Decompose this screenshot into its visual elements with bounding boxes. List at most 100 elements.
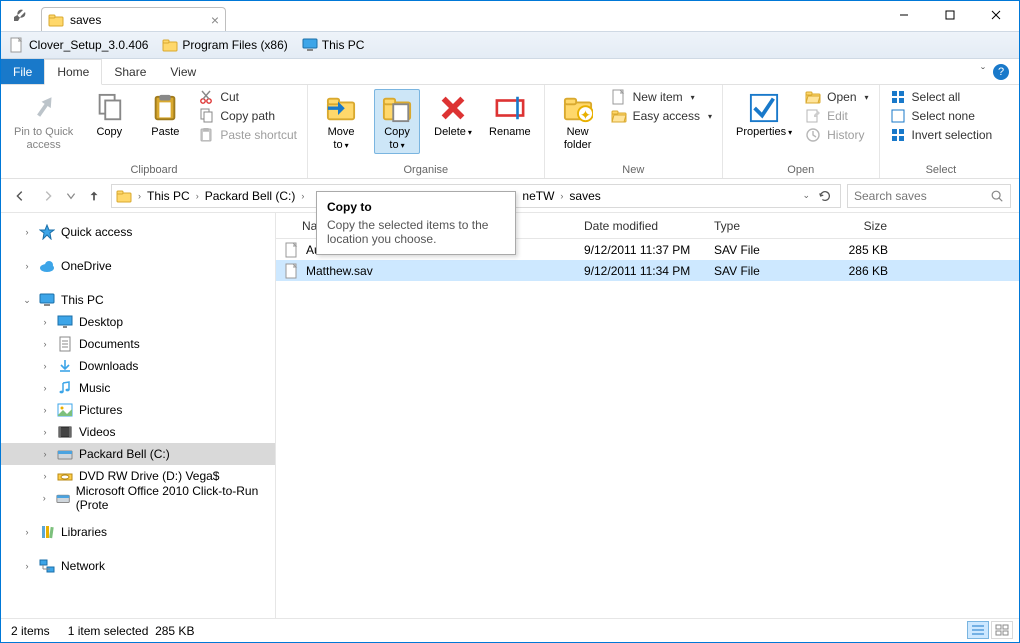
tab-close-icon[interactable]: × bbox=[211, 13, 219, 27]
window-minimize-button[interactable] bbox=[881, 1, 927, 29]
bookmark-item[interactable]: This PC bbox=[302, 37, 365, 53]
cloud-icon bbox=[39, 258, 55, 274]
refresh-icon[interactable] bbox=[818, 189, 832, 203]
bookmark-item[interactable]: Clover_Setup_3.0.406 bbox=[9, 37, 148, 53]
disk-icon bbox=[57, 446, 73, 462]
invert-selection-icon bbox=[890, 127, 906, 143]
bookmark-item[interactable]: Program Files (x86) bbox=[162, 37, 287, 53]
nav-recent-dropdown[interactable] bbox=[65, 185, 77, 207]
help-icon[interactable]: ? bbox=[993, 64, 1009, 80]
status-item-count: 2 items bbox=[11, 624, 50, 638]
window-close-button[interactable] bbox=[973, 1, 1019, 29]
title-bar: saves × bbox=[1, 1, 1019, 31]
invert-selection-button[interactable]: Invert selection bbox=[890, 127, 993, 143]
bookmark-label: This PC bbox=[322, 38, 365, 52]
new-folder-icon bbox=[563, 93, 593, 123]
new-folder-button[interactable]: New folder bbox=[555, 89, 601, 154]
rename-button[interactable]: Rename bbox=[486, 89, 534, 142]
breadcrumb-segment[interactable]: This PC› bbox=[147, 189, 203, 203]
tree-desktop[interactable]: ›Desktop bbox=[1, 311, 275, 333]
breadcrumb-segment[interactable]: saves bbox=[569, 189, 600, 203]
tree-this-pc[interactable]: ⌄This PC bbox=[1, 289, 275, 311]
view-details-button[interactable] bbox=[967, 621, 989, 639]
select-all-button[interactable]: Select all bbox=[890, 89, 993, 105]
tree-c-drive[interactable]: ›Packard Bell (C:) bbox=[1, 443, 275, 465]
group-label: Open bbox=[733, 162, 869, 176]
ribbon-group-clipboard: Pin to Quick access Copy Paste Cut Copy … bbox=[1, 85, 308, 178]
tree-downloads[interactable]: ›Downloads bbox=[1, 355, 275, 377]
copy-to-button[interactable]: Copy to▾ bbox=[374, 89, 420, 154]
rename-icon bbox=[495, 93, 525, 123]
network-icon bbox=[39, 558, 55, 574]
main-content: ›Quick access ›OneDrive ⌄This PC ›Deskto… bbox=[1, 213, 1019, 618]
copy-icon bbox=[94, 93, 124, 123]
tree-onedrive[interactable]: ›OneDrive bbox=[1, 255, 275, 277]
file-icon bbox=[284, 242, 300, 258]
edit-button[interactable]: Edit bbox=[805, 108, 868, 124]
music-icon bbox=[57, 380, 73, 396]
properties-button[interactable]: Properties▾ bbox=[733, 89, 795, 142]
new-item-button[interactable]: New item▾ bbox=[611, 89, 712, 105]
view-large-icons-button[interactable] bbox=[991, 621, 1013, 639]
group-label: New bbox=[555, 162, 712, 176]
easy-access-button[interactable]: Easy access▾ bbox=[611, 108, 712, 124]
quick-access-toolbar-icon[interactable] bbox=[7, 5, 33, 25]
select-none-icon bbox=[890, 108, 906, 124]
paste-shortcut-button[interactable]: Paste shortcut bbox=[198, 127, 297, 143]
tree-music[interactable]: ›Music bbox=[1, 377, 275, 399]
group-label: Clipboard bbox=[11, 162, 297, 176]
breadcrumb-segment[interactable]: neTW› bbox=[522, 189, 567, 203]
breadcrumb-segment[interactable]: Packard Bell (C:)› bbox=[205, 189, 309, 203]
nav-up-button[interactable] bbox=[83, 185, 105, 207]
ribbon-tab-view[interactable]: View bbox=[158, 59, 208, 84]
chevron-right-icon[interactable]: › bbox=[134, 191, 145, 201]
bookmark-label: Clover_Setup_3.0.406 bbox=[29, 38, 148, 52]
tooltip-title: Copy to bbox=[327, 200, 505, 214]
copy-to-icon bbox=[382, 93, 412, 123]
column-header-type[interactable]: Type bbox=[706, 219, 806, 233]
group-label: Organise bbox=[318, 162, 534, 176]
column-header-size[interactable]: Size bbox=[806, 219, 896, 233]
ribbon-tab-home[interactable]: Home bbox=[44, 59, 102, 85]
cut-button[interactable]: Cut bbox=[198, 89, 297, 105]
tooltip-body: Copy the selected items to the location … bbox=[327, 218, 505, 246]
tree-documents[interactable]: ›Documents bbox=[1, 333, 275, 355]
files-pane: Name Date modified Type Size Autosave.sa… bbox=[276, 213, 1019, 618]
properties-icon bbox=[749, 93, 779, 123]
tree-quick-access[interactable]: ›Quick access bbox=[1, 221, 275, 243]
search-input[interactable]: Search saves bbox=[847, 184, 1011, 208]
copy-path-button[interactable]: Copy path bbox=[198, 108, 297, 124]
pin-icon bbox=[29, 93, 59, 123]
history-button[interactable]: History bbox=[805, 127, 868, 143]
tree-videos[interactable]: ›Videos bbox=[1, 421, 275, 443]
nav-forward-button[interactable] bbox=[37, 185, 59, 207]
tree-network[interactable]: ›Network bbox=[1, 555, 275, 577]
status-bar: 2 items 1 item selected 285 KB bbox=[1, 618, 1019, 642]
copy-button[interactable]: Copy bbox=[86, 89, 132, 142]
ribbon-tab-file[interactable]: File bbox=[1, 59, 44, 84]
tree-libraries[interactable]: ›Libraries bbox=[1, 521, 275, 543]
move-to-button[interactable]: Move to▾ bbox=[318, 89, 364, 154]
ribbon-group-open: Properties▾ Open▾ Edit History Open bbox=[723, 85, 880, 178]
tree-office-drive[interactable]: ›Microsoft Office 2010 Click-to-Run (Pro… bbox=[1, 487, 275, 509]
tooltip: Copy to Copy the selected items to the l… bbox=[316, 191, 516, 255]
ribbon-group-select: Select all Select none Invert selection … bbox=[880, 85, 1003, 178]
delete-button[interactable]: Delete▾ bbox=[430, 89, 476, 142]
ribbon-collapse-chevron-icon[interactable]: ˇ bbox=[981, 65, 985, 79]
ribbon-tab-share[interactable]: Share bbox=[102, 59, 158, 84]
column-header-date[interactable]: Date modified bbox=[576, 219, 706, 233]
address-dropdown-icon[interactable]: ⌄ bbox=[802, 190, 810, 201]
select-none-button[interactable]: Select none bbox=[890, 108, 993, 124]
nav-back-button[interactable] bbox=[9, 185, 31, 207]
paste-button[interactable]: Paste bbox=[142, 89, 188, 142]
open-button[interactable]: Open▾ bbox=[805, 89, 868, 105]
select-all-icon bbox=[890, 89, 906, 105]
browser-tab[interactable]: saves × bbox=[41, 7, 226, 31]
file-row[interactable]: Matthew.sav 9/12/2011 11:34 PM SAV File … bbox=[276, 260, 1019, 281]
pin-to-quick-access-button[interactable]: Pin to Quick access bbox=[11, 89, 76, 154]
desktop-icon bbox=[57, 314, 73, 330]
window-maximize-button[interactable] bbox=[927, 1, 973, 29]
tree-pictures[interactable]: ›Pictures bbox=[1, 399, 275, 421]
file-icon bbox=[284, 263, 300, 279]
ribbon: Pin to Quick access Copy Paste Cut Copy … bbox=[1, 85, 1019, 179]
